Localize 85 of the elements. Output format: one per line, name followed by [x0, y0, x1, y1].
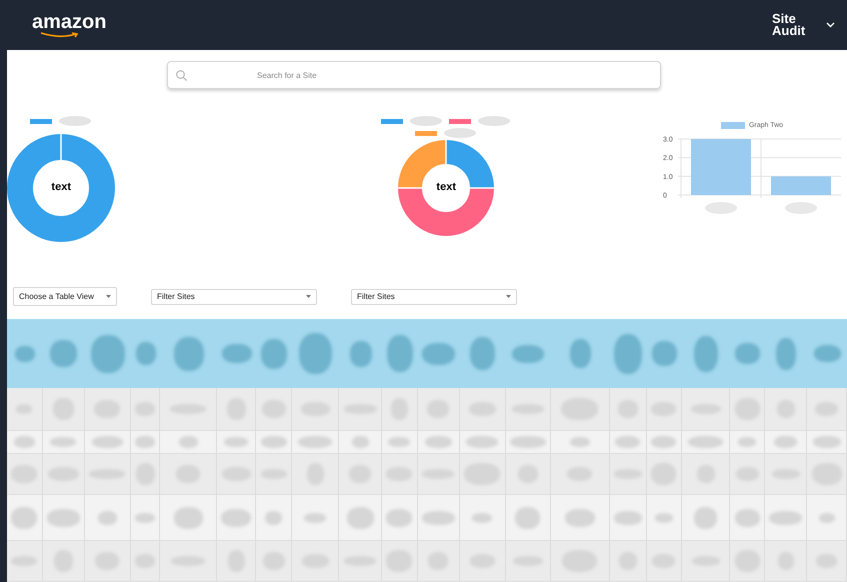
redacted-mark: [443, 128, 478, 138]
legend-swatch: [449, 118, 472, 124]
redacted-mark: [224, 437, 248, 447]
redacted-mark: [11, 506, 38, 528]
bar: [771, 176, 831, 195]
redacted-mark: [261, 338, 288, 368]
legend-swatch: [30, 118, 52, 124]
caret-icon: [306, 295, 311, 298]
redacted-mark: [652, 341, 677, 366]
redacted-mark: [515, 506, 540, 528]
redacted-mark: [388, 437, 410, 447]
redacted-mark: [512, 344, 544, 362]
redacted-mark: [769, 510, 802, 524]
redacted-mark: [422, 342, 456, 364]
legend-swatch: [415, 130, 438, 136]
bar: [691, 139, 751, 195]
redacted-mark: [265, 510, 282, 524]
redacted-mark: [50, 437, 76, 447]
redacted-mark: [50, 340, 78, 367]
redacted-mark: [776, 338, 796, 370]
redacted-mark: [135, 512, 156, 522]
redacted-mark: [774, 436, 798, 448]
redacted-mark: [564, 508, 595, 526]
redacted-mark: [352, 436, 369, 448]
chevron-down-icon[interactable]: [826, 22, 835, 28]
search-icon: [176, 70, 187, 80]
redacted-mark: [688, 436, 724, 448]
redacted-mark: [654, 512, 673, 522]
redacted-mark: [14, 346, 35, 362]
redacted-mark: [614, 334, 642, 374]
redacted-mark: [58, 116, 92, 126]
redacted-mark: [422, 510, 455, 524]
redacted-mark: [466, 436, 498, 448]
redacted-mark: [738, 437, 756, 447]
redacted-mark: [136, 342, 156, 365]
donut-center-label: text: [435, 181, 457, 193]
redacted-mark: [470, 337, 496, 370]
filter-dropdown[interactable]: Choose a Table View: [13, 287, 117, 306]
redacted-mark: [135, 436, 156, 448]
redacted-mark: [174, 336, 204, 370]
app-title: Site Audit: [772, 13, 806, 37]
legend-swatch: [381, 118, 404, 124]
redacted-mark: [510, 436, 546, 448]
redacted-mark: [424, 436, 452, 448]
donut-center-label: text: [50, 181, 72, 193]
redacted-mark: [178, 436, 198, 448]
redacted-mark: [735, 343, 760, 364]
redacted-mark: [90, 334, 125, 372]
redacted-mark: [46, 508, 80, 526]
search-field[interactable]: Search for a Site: [167, 61, 661, 89]
filter-dropdown[interactable]: Filter Sites: [151, 288, 317, 304]
amazon-logo: amazon: [32, 12, 106, 38]
caret-icon: [106, 295, 111, 298]
redacted-mark: [409, 116, 444, 126]
redacted-mark: [299, 333, 332, 374]
redacted-mark: [350, 340, 372, 366]
redacted-mark: [818, 512, 835, 522]
legend-swatch: [720, 122, 745, 129]
redacted-mark: [346, 506, 374, 528]
redacted-mark: [298, 436, 332, 448]
redacted-mark: [570, 437, 590, 447]
redacted-mark: [694, 336, 718, 372]
redacted-mark: [386, 335, 413, 372]
redacted-mark: [304, 512, 326, 522]
redacted-mark: [260, 436, 287, 448]
redacted-mark: [694, 506, 718, 528]
filter-dropdown[interactable]: Filter Sites: [351, 288, 517, 304]
search-input[interactable]: Search for a Site: [255, 70, 652, 80]
redacted-mark: [174, 506, 203, 528]
redacted-mark: [222, 344, 252, 363]
redacted-mark: [734, 508, 760, 526]
redacted-mark: [92, 436, 123, 448]
redacted-mark: [98, 510, 117, 524]
redacted-mark: [615, 436, 640, 448]
redacted-mark: [812, 436, 841, 448]
redacted-mark: [386, 508, 412, 526]
redacted-mark: [221, 508, 252, 526]
redacted-mark: [614, 510, 642, 524]
redacted-mark: [651, 436, 676, 448]
redacted-mark: [814, 345, 841, 362]
redacted-mark: [14, 436, 35, 448]
caret-icon: [506, 295, 511, 298]
redacted-mark: [570, 339, 591, 368]
redacted-mark: [472, 512, 492, 522]
redacted-mark: [477, 116, 512, 126]
